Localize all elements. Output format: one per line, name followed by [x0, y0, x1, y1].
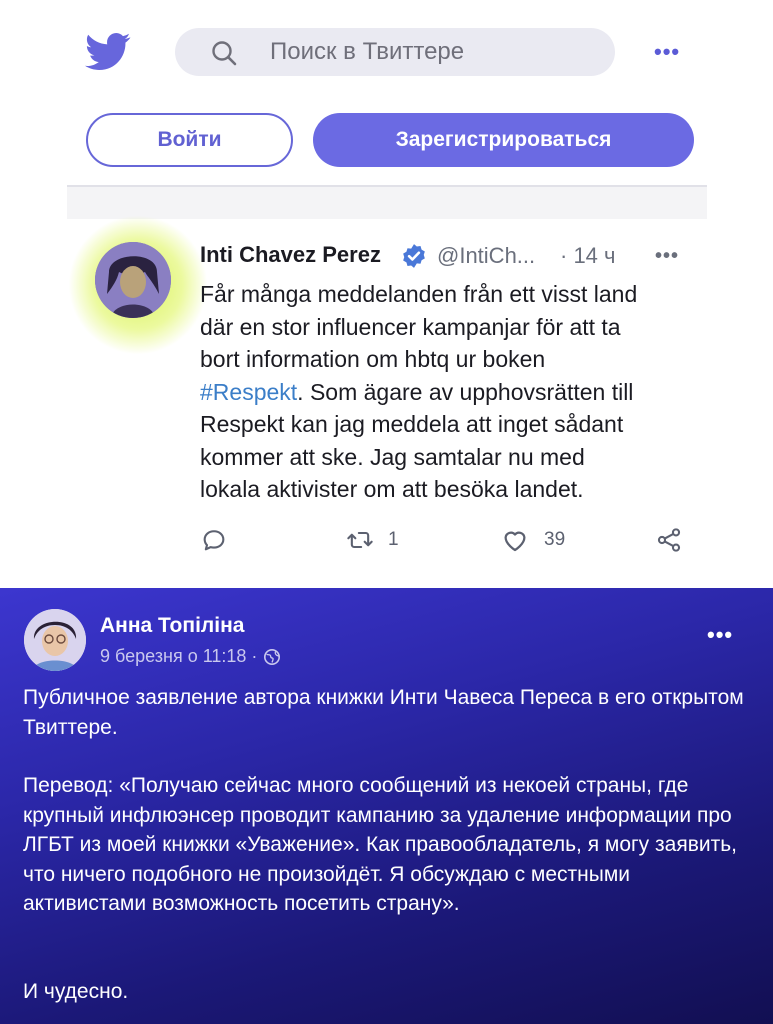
tweet-text-line: lokala aktivister om att besöka landet. — [200, 476, 584, 502]
tweet-text-line: #Respekt. Som ägare av upphovsrätten til… — [200, 376, 700, 409]
verified-icon — [403, 244, 425, 268]
avatar[interactable] — [24, 609, 86, 671]
tweet-text-fragment: . Som ägare av upphovsrätten till — [297, 378, 634, 405]
tweet-screenshot: ••• Войти Зарегистрироваться Inti Chavez… — [0, 0, 773, 588]
search-input[interactable] — [270, 28, 590, 76]
like-count: 39 — [544, 529, 566, 550]
search-bar[interactable] — [175, 28, 615, 76]
tweet-more-icon[interactable]: ••• — [655, 246, 679, 266]
tweet-actions: 1 39 — [200, 522, 690, 558]
post-paragraph: И чудесно. — [23, 980, 129, 1003]
post-date[interactable]: 9 березня о 11:18 · — [100, 646, 257, 667]
avatar[interactable] — [95, 242, 171, 318]
like-icon — [504, 531, 526, 552]
tweet-text-line: där en stor influencer kampanjar för att… — [200, 313, 621, 340]
hashtag-link[interactable]: #Respekt — [200, 379, 297, 405]
tweet-author-name[interactable]: Inti Chavez Perez — [200, 242, 381, 268]
tweet-text: Får många meddelanden från ett visst lan… — [200, 278, 700, 506]
avatar-photo — [95, 242, 171, 318]
tweet-text-line: Respekt kan jag meddela att inget sådant — [200, 411, 624, 437]
timeline-spacer — [67, 187, 707, 219]
retweet-count: 1 — [388, 529, 399, 550]
post-meta: 9 березня о 11:18 · — [100, 646, 281, 667]
like-button[interactable]: 39 — [500, 522, 565, 558]
signup-button[interactable]: Зарегистрироваться — [313, 113, 694, 167]
globe-icon — [264, 648, 281, 665]
login-button[interactable]: Войти — [86, 113, 293, 167]
retweet-button[interactable]: 1 — [346, 522, 399, 558]
share-button[interactable] — [655, 522, 683, 558]
reply-icon — [203, 530, 225, 551]
tweet-author-handle[interactable]: @IntiCh... — [437, 243, 535, 269]
post-paragraph: Публичное заявление автора книжки Инти Ч… — [23, 686, 744, 739]
more-icon[interactable]: ••• — [707, 624, 733, 646]
avatar-photo — [24, 609, 86, 671]
tweet-timestamp[interactable]: · 14 ч — [560, 243, 615, 269]
reply-button[interactable] — [200, 522, 228, 558]
more-icon[interactable]: ••• — [654, 41, 680, 63]
tweet-text-line: Får många meddelanden från ett visst lan… — [200, 281, 638, 307]
twitter-top-bar: ••• — [0, 0, 773, 100]
twitter-bird-icon[interactable] — [85, 32, 131, 72]
facebook-post: Анна Топіліна 9 березня о 11:18 · ••• Пу… — [0, 588, 773, 1024]
tweet-text-line: kommer att ske. Jag samtalar nu med — [200, 443, 585, 470]
post-paragraph: Перевод: «Получаю сейчас много сообщений… — [23, 774, 737, 915]
retweet-icon — [347, 531, 373, 549]
share-icon — [657, 528, 681, 552]
post-author-name[interactable]: Анна Топіліна — [100, 614, 244, 638]
tweet-text-line: bort information om hbtq ur boken — [200, 346, 546, 372]
search-icon — [212, 41, 237, 66]
